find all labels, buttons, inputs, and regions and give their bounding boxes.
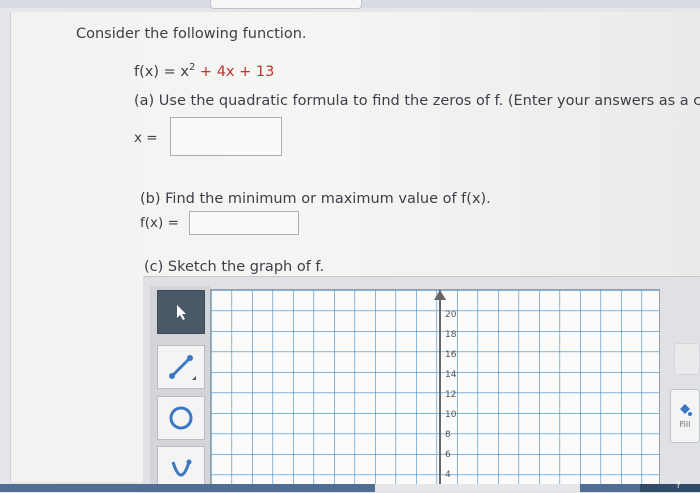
grid-lines: [211, 290, 659, 492]
fill-label: Fill: [679, 420, 691, 429]
y-tick-label: 4: [445, 470, 451, 480]
fill-button[interactable]: Fill: [670, 389, 700, 443]
bottom-strip: ?: [0, 481, 700, 492]
part-b-prompt: (b) Find the minimum or maximum value of…: [140, 191, 491, 207]
part-a-label: x =: [134, 130, 158, 146]
top-tab[interactable]: [210, 0, 362, 9]
y-axis-arrow-icon: [434, 290, 446, 300]
parabola-icon: [171, 459, 192, 477]
graph-grid[interactable]: 20 18 16 14 12 10 8 6 4: [210, 289, 660, 492]
y-axis: [439, 290, 441, 492]
browser-top-bar: [0, 0, 700, 9]
function-rhs: + 4x + 13: [195, 63, 275, 80]
y-tick-label: 20: [445, 310, 457, 320]
part-c-prompt: (c) Sketch the graph of f.: [144, 259, 325, 275]
function-definition: f(x) = x2 + 4x + 13: [134, 62, 274, 80]
part-a-prompt: (a) Use the quadratic formula to find th…: [134, 93, 700, 109]
function-lhs: f(x) = x: [134, 63, 189, 80]
part-b-label: f(x) =: [140, 215, 179, 231]
y-tick-label: 6: [445, 450, 451, 460]
pointer-icon: [177, 305, 186, 320]
extremum-answer-input[interactable]: [189, 211, 299, 235]
circle-tool-button[interactable]: [157, 396, 205, 440]
line-tool-button[interactable]: [157, 345, 205, 389]
help-label: ?: [676, 481, 681, 491]
y-tick-label: 14: [445, 370, 457, 380]
intro-text: Consider the following function.: [76, 26, 307, 42]
fill-bucket-icon: [680, 404, 692, 416]
zeros-answer-input[interactable]: [170, 117, 282, 156]
circle-icon: [169, 406, 193, 430]
y-tick-label: 18: [445, 330, 457, 340]
y-tick-label: 8: [445, 430, 451, 440]
help-button[interactable]: ?: [640, 481, 700, 492]
y-tick-label: 16: [445, 350, 457, 360]
y-tick-label: 12: [445, 390, 457, 400]
pointer-tool-button[interactable]: [157, 290, 205, 334]
line-icon: [169, 355, 196, 380]
y-tick-label: 10: [445, 410, 457, 420]
bottom-strip-light: [375, 484, 580, 492]
disabled-side-button[interactable]: [674, 343, 700, 375]
